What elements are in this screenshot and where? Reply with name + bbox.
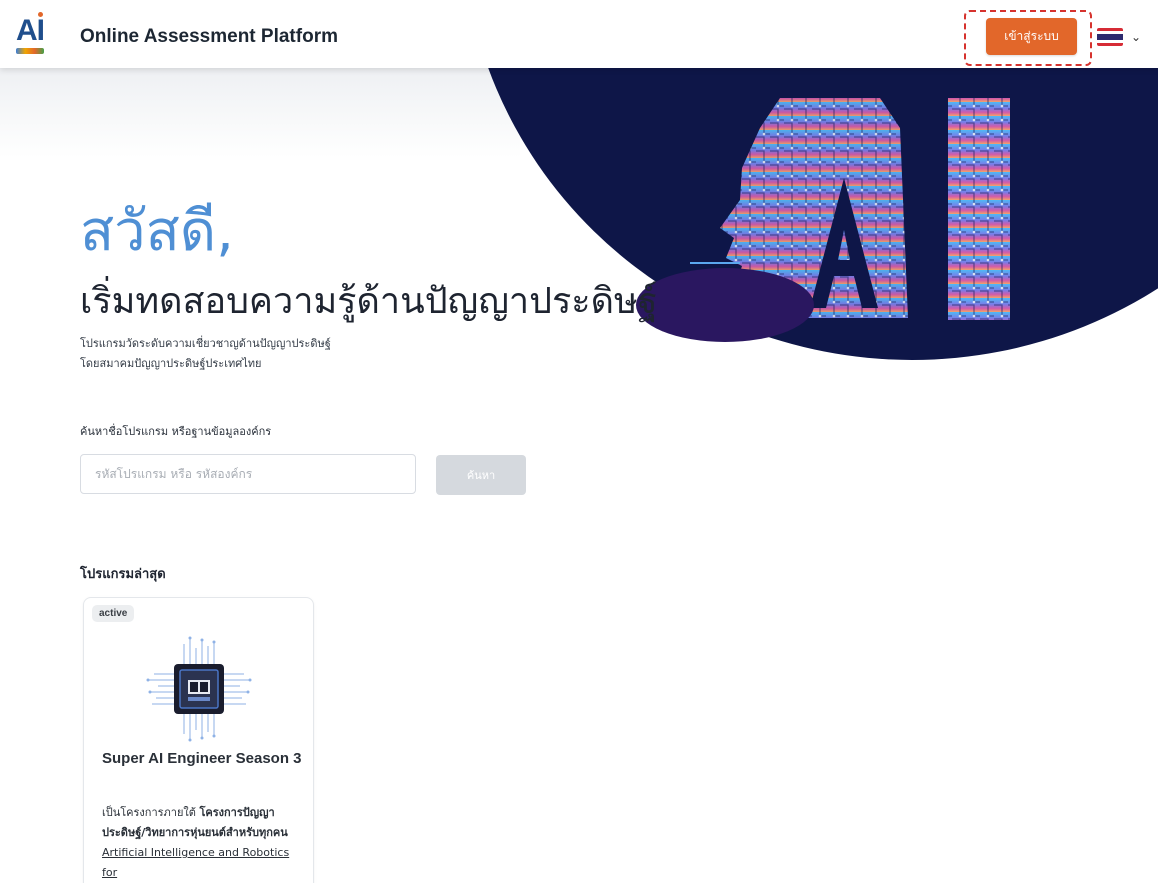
hero-background-fade xyxy=(0,68,520,158)
hero-subtext-line1: โปรแกรมวัดระดับความเชี่ยวชาญด้านปัญญาประ… xyxy=(80,337,331,350)
greeting-text: สวัสดี, xyxy=(80,199,234,264)
program-description: เป็นโครงการภายใต้ โครงการปัญญาประดิษฐ์/ว… xyxy=(102,803,302,883)
program-desc-link[interactable]: Artificial Intelligence and Robotics for xyxy=(102,846,289,879)
login-button[interactable]: เข้าสู่ระบบ xyxy=(986,18,1077,55)
latest-programs-title: โปรแกรมล่าสุด xyxy=(80,567,166,582)
ai-chip-icon xyxy=(146,636,252,742)
hero-headline: เริ่มทดสอบความรู้ด้านปัญญาประดิษฐ์ xyxy=(80,281,658,322)
search-label: ค้นหาชื่อโปรแกรม หรือฐานข้อมูลองค์กร xyxy=(80,425,272,438)
page: AI AI Online Assessment Platform เข้าสู่… xyxy=(0,0,1158,883)
logo[interactable]: AI xyxy=(14,12,48,58)
logo-stripe xyxy=(16,48,44,54)
status-badge: active xyxy=(92,605,135,622)
thailand-flag-icon xyxy=(1097,28,1123,46)
hero-subtext-line2: โดยสมาคมปัญญาประดิษฐ์ประเทศไทย xyxy=(80,357,262,370)
logo-dot xyxy=(38,12,43,17)
hero-blob xyxy=(636,268,814,342)
search-input[interactable] xyxy=(80,454,416,494)
chevron-down-icon: ⌄ xyxy=(1131,30,1142,44)
logo-text: AI xyxy=(16,14,45,47)
app-title: Online Assessment Platform xyxy=(80,26,338,47)
language-selector[interactable]: ⌄ xyxy=(1097,22,1151,52)
hero-subtext: โปรแกรมวัดระดับความเชี่ยวชาญด้านปัญญาประ… xyxy=(80,334,331,374)
program-desc-prefix: เป็นโครงการภายใต้ xyxy=(102,806,200,819)
search-button[interactable]: ค้นหา xyxy=(436,455,526,495)
program-title[interactable]: Super AI Engineer Season 3 xyxy=(102,748,302,770)
program-card[interactable]: active Super AI Engineer Season 3 เป็นโค xyxy=(83,597,314,883)
top-navbar: AI Online Assessment Platform เข้าสู่ระบ… xyxy=(0,0,1158,68)
